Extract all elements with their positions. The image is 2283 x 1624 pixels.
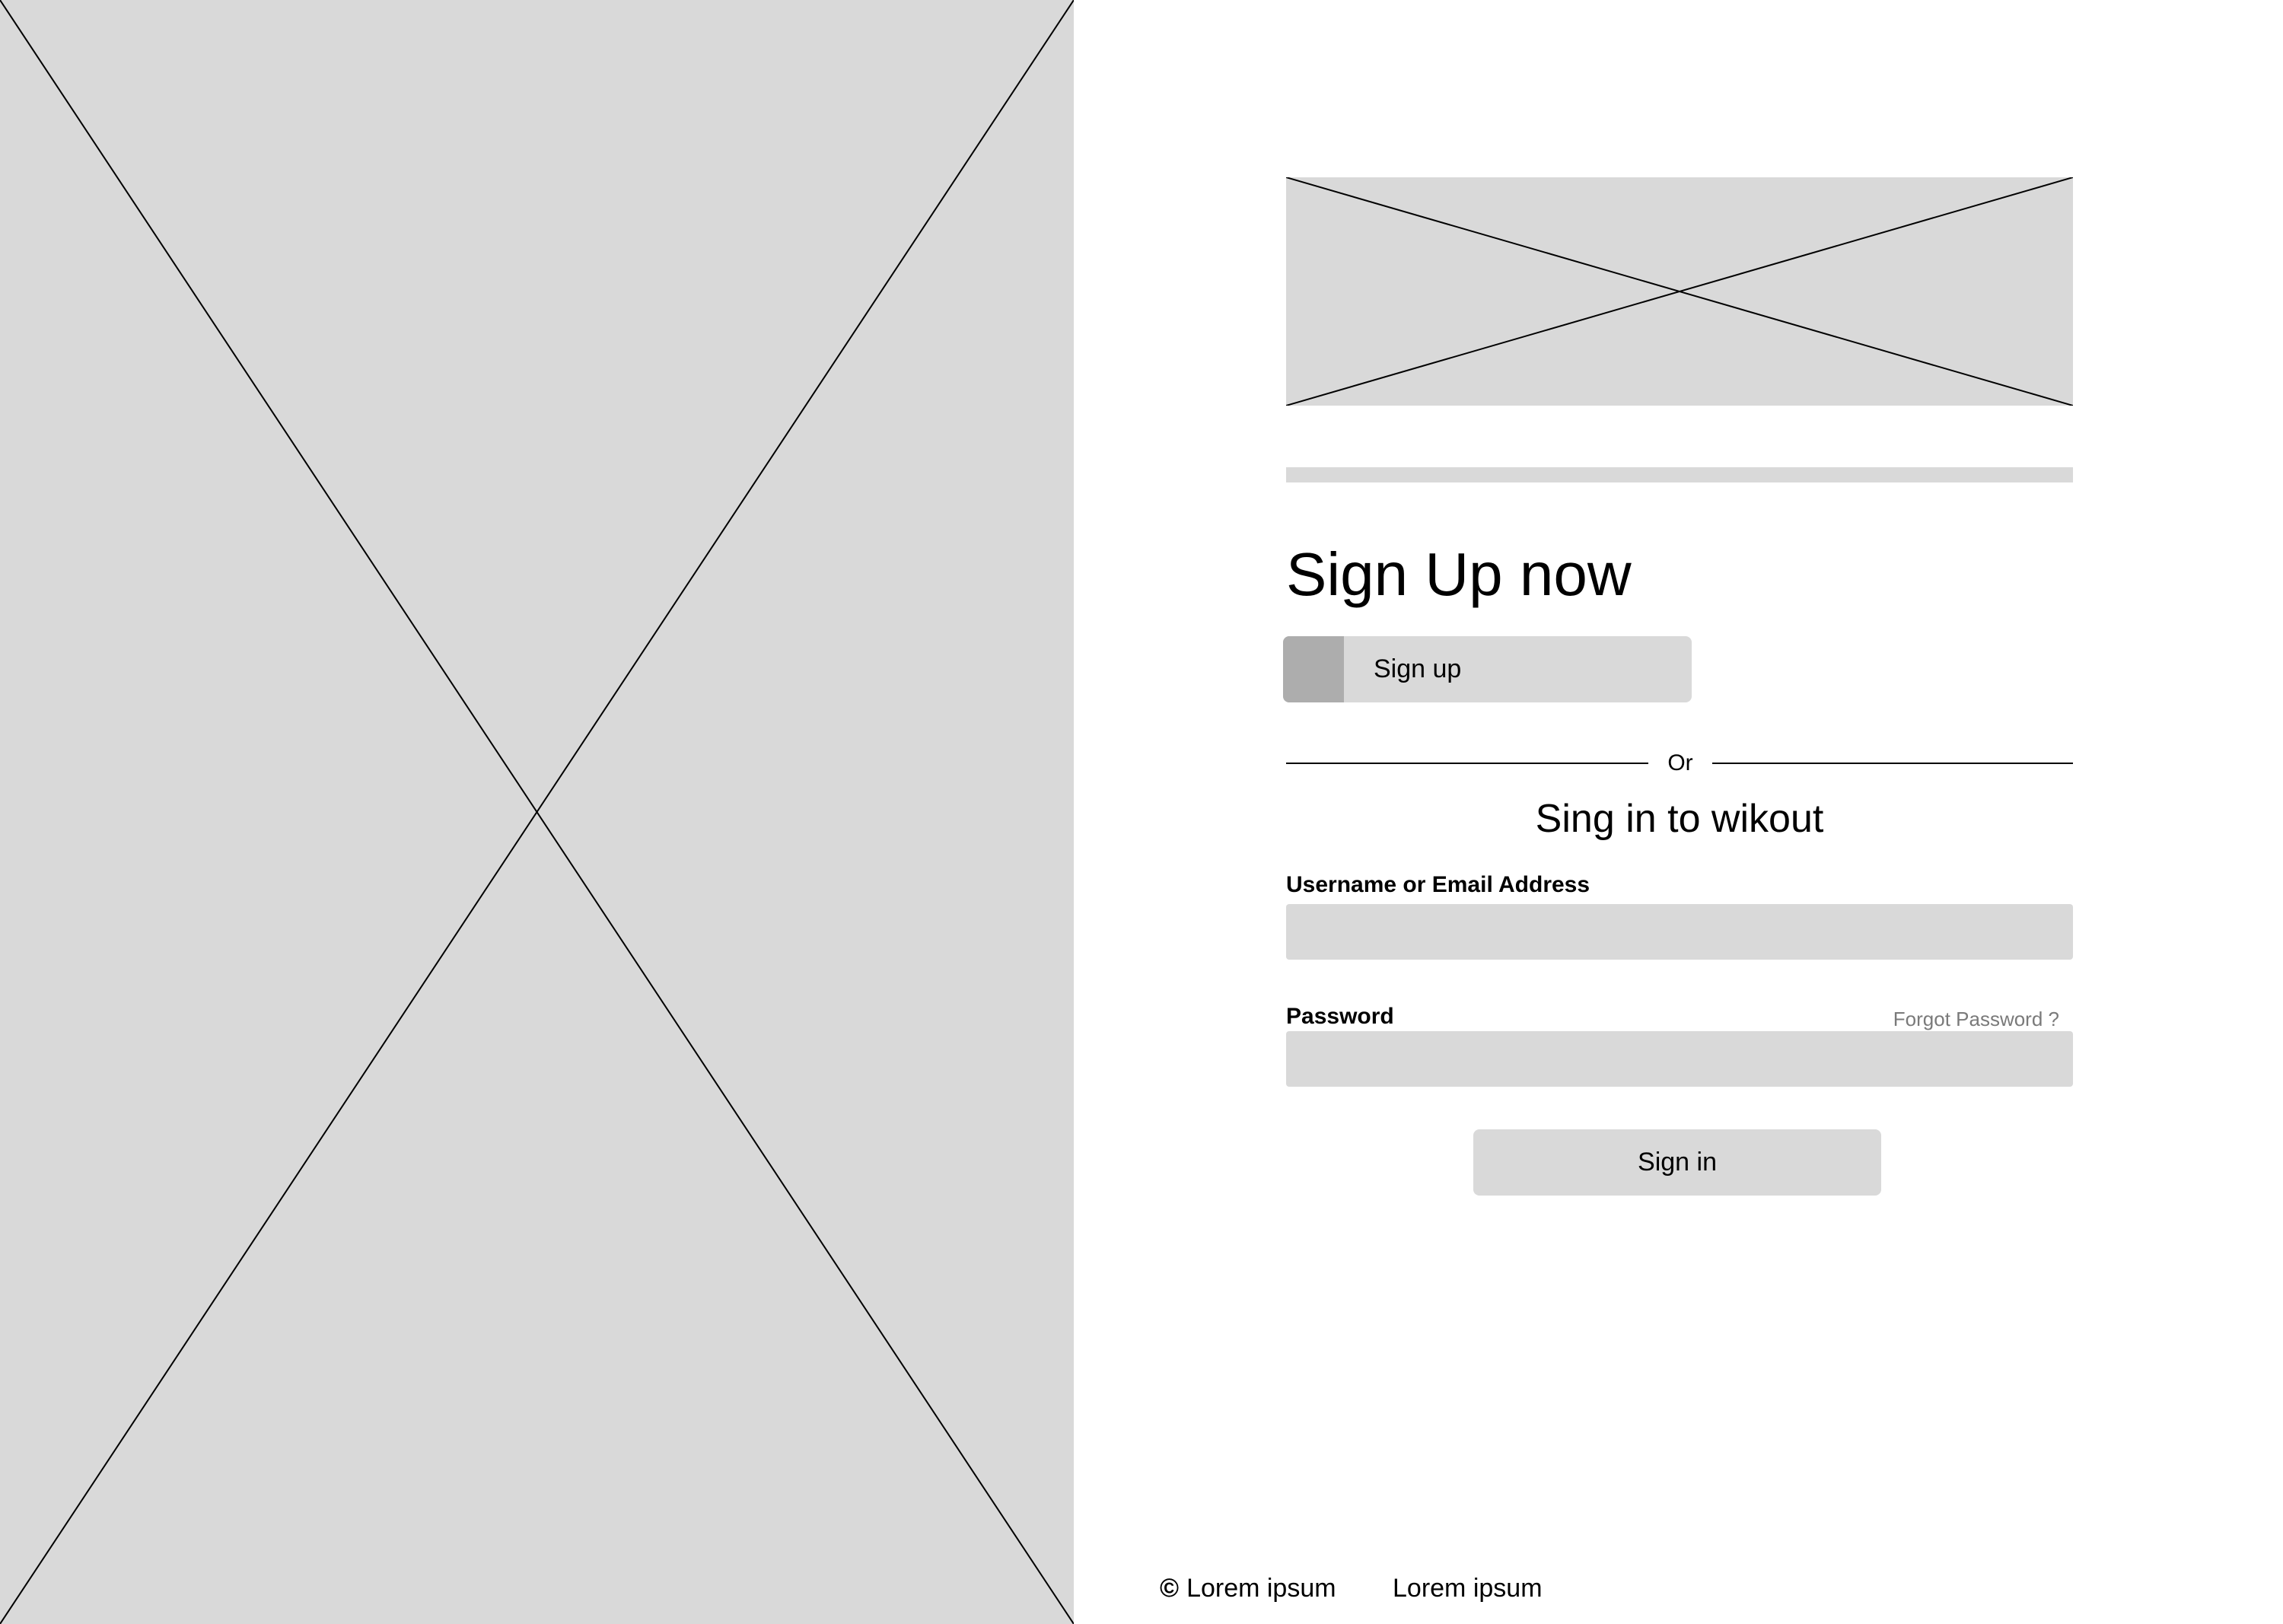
sign-up-button[interactable]: Sign up bbox=[1283, 636, 1692, 702]
sign-in-button[interactable]: Sign in bbox=[1473, 1129, 1881, 1196]
username-input[interactable] bbox=[1286, 904, 2073, 960]
sign-up-icon bbox=[1283, 636, 1344, 702]
password-label: Password bbox=[1286, 1004, 1394, 1029]
divider-line-left bbox=[1286, 763, 1648, 764]
image-placeholder-icon bbox=[0, 0, 1074, 1624]
sign-in-title: Sing in to wikout bbox=[1535, 797, 1824, 841]
divider-line-right bbox=[1712, 763, 2073, 764]
footer-copyright: © Lorem ipsum bbox=[1160, 1571, 1336, 1605]
page-title: Sign Up now bbox=[1286, 540, 1632, 608]
footer-copyright-text: Lorem ipsum bbox=[1186, 1574, 1336, 1603]
forgot-password-link[interactable]: Forgot Password ? bbox=[1893, 1005, 2059, 1033]
login-page: Sign Up now Sign up Or Sing in to wikout… bbox=[0, 0, 2283, 1624]
logo-placeholder bbox=[1286, 177, 2073, 406]
username-label: Username or Email Address bbox=[1286, 872, 1590, 897]
password-input[interactable] bbox=[1286, 1031, 2073, 1087]
image-placeholder-icon bbox=[1286, 177, 2073, 406]
footer-link[interactable]: Lorem ipsum bbox=[1393, 1571, 1543, 1605]
copyright-icon: © bbox=[1160, 1574, 1180, 1603]
sign-up-button-label: Sign up bbox=[1374, 654, 1462, 683]
hero-image-placeholder bbox=[0, 0, 1074, 1624]
logo-underline-bar bbox=[1286, 467, 2073, 482]
divider-text: Or bbox=[1667, 750, 1693, 775]
